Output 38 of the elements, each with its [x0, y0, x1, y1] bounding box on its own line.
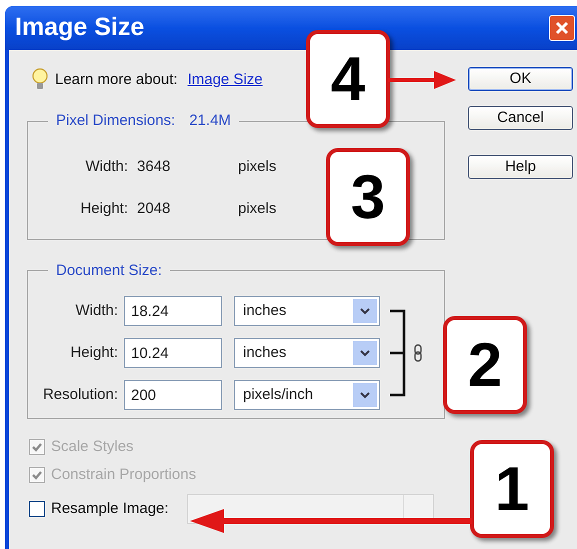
chain-link-icon: [414, 344, 422, 362]
value-field[interactable]: 18.24: [124, 296, 222, 326]
checkbox[interactable]: [29, 501, 45, 517]
checkbox-label: Constrain Proportions: [51, 464, 196, 485]
pixel-value: 2048: [136, 199, 172, 220]
value-field[interactable]: 10.24: [124, 338, 222, 368]
field-label: Height:: [69, 342, 119, 363]
lightbulb-icon: [31, 68, 49, 92]
dialog-button[interactable]: Cancel: [468, 106, 573, 130]
field-label: Width:: [84, 157, 128, 178]
help-link[interactable]: Image Size: [188, 68, 263, 92]
dialog-button[interactable]: OK: [468, 67, 573, 91]
unit-dropdown[interactable]: pixels/inch: [234, 380, 380, 410]
unit-dropdown[interactable]: inches: [234, 296, 380, 326]
close-button[interactable]: [549, 15, 575, 41]
unit-label: pixels: [238, 157, 276, 178]
group-title: Document Size:: [56, 260, 162, 280]
field-label: Width:: [74, 300, 119, 321]
callout-badge: 1: [470, 440, 554, 538]
help-text: Learn more about:: [55, 70, 178, 90]
field-label: Resolution:: [42, 384, 119, 405]
checkmark-icon: [31, 469, 43, 481]
unit-dropdown[interactable]: inches: [234, 338, 380, 368]
close-icon: [555, 21, 569, 35]
value-field[interactable]: 200: [124, 380, 222, 410]
dialog-button[interactable]: Help: [468, 155, 573, 179]
unit-label: pixels: [238, 199, 276, 220]
field-label: Height:: [79, 199, 128, 220]
callout-badge: 3: [326, 148, 410, 246]
file-size: 21.4M: [189, 111, 231, 131]
callout-badge: 4: [306, 30, 390, 128]
checkbox-label: Resample Image:: [51, 498, 169, 519]
callout-badge: 2: [443, 316, 527, 414]
pixel-value: 3648: [136, 157, 172, 178]
checkmark-icon: [31, 441, 43, 453]
group-title: Pixel Dimensions:: [56, 111, 176, 131]
checkbox-label: Scale Styles: [51, 436, 134, 457]
window-title: Image Size: [15, 12, 144, 44]
